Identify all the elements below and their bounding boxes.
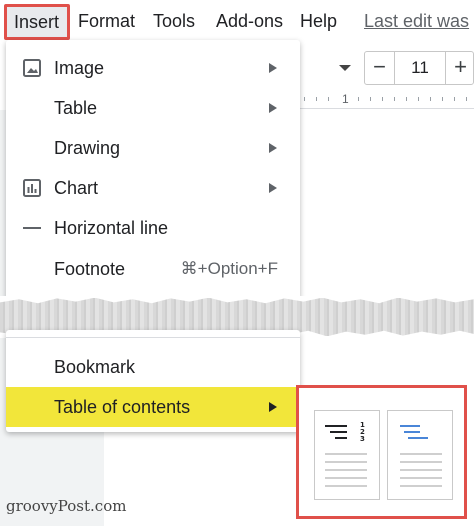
menu-tools[interactable]: Tools <box>153 9 195 33</box>
toc-link-line <box>404 431 420 433</box>
decrease-font-size-button[interactable]: − <box>365 52 395 84</box>
toc-body-line <box>325 469 367 471</box>
ruler-tick <box>358 97 359 101</box>
ruler-tick <box>394 97 395 101</box>
toc-body-line <box>400 477 442 479</box>
ruler-tick <box>370 97 371 101</box>
horizontal-line-icon <box>23 227 41 229</box>
menu-item-label: Table of contents <box>54 397 191 417</box>
last-edit-link[interactable]: Last edit was <box>364 9 469 33</box>
toc-body-line <box>400 461 442 463</box>
toc-with-blue-links-option[interactable] <box>387 410 453 500</box>
ruler-tick <box>466 97 467 101</box>
menu-item-label: Table <box>54 98 98 118</box>
ruler[interactable]: 1 <box>296 91 474 109</box>
ruler-tick <box>442 97 443 101</box>
increase-font-size-button[interactable]: + <box>445 52 474 84</box>
toc-body-line <box>325 453 367 455</box>
menu-item-table-of-contents[interactable]: Table of contents <box>6 387 300 427</box>
ruler-tick <box>454 97 455 101</box>
ruler-tick <box>316 97 317 101</box>
shortcut-label: ⌘+Option+F <box>180 259 278 278</box>
menu-item-horizontal-line[interactable]: Horizontal line <box>6 208 300 248</box>
menu-insert-label: Insert <box>14 12 60 32</box>
toc-link-line <box>408 437 428 439</box>
menu-addons[interactable]: Add-ons <box>216 9 283 33</box>
toc-body-line <box>400 453 442 455</box>
menu-insert[interactable]: Insert <box>4 4 70 40</box>
toc-heading-line <box>335 437 347 439</box>
ruler-tick <box>406 97 407 101</box>
toc-heading-line <box>325 425 347 427</box>
toc-options-submenu: 1 2 3 <box>296 385 467 519</box>
menu-item-label: Drawing <box>54 138 121 158</box>
ruler-tick <box>430 97 431 101</box>
ruler-tick <box>304 97 305 101</box>
image-icon <box>23 59 41 77</box>
menu-item-table[interactable]: Table <box>6 88 300 128</box>
submenu-arrow-icon <box>269 103 277 113</box>
ruler-tick <box>418 97 419 101</box>
toc-body-line <box>325 485 367 487</box>
menu-item-image[interactable]: Image <box>6 48 300 88</box>
menu-divider <box>6 337 300 338</box>
submenu-arrow-icon <box>269 402 277 412</box>
font-size-input[interactable]: 11 <box>395 52 445 84</box>
ruler-number: 1 <box>342 92 349 106</box>
font-size-control: − 11 + <box>364 51 474 85</box>
menu-item-label: Bookmark <box>54 357 136 377</box>
menu-item-drawing[interactable]: Drawing <box>6 128 300 168</box>
toc-with-page-numbers-option[interactable]: 1 2 3 <box>314 410 380 500</box>
ruler-tick <box>382 97 383 101</box>
menu-item-label: Horizontal line <box>54 218 169 238</box>
menu-bar: Insert Format Tools Add-ons Help Last ed… <box>0 0 474 44</box>
toc-body-line <box>325 461 367 463</box>
submenu-arrow-icon <box>269 183 277 193</box>
watermark: groovyPost.com <box>6 497 127 515</box>
toc-link-line <box>400 425 420 427</box>
menu-item-label: Image <box>54 58 105 78</box>
chevron-down-icon[interactable] <box>339 65 351 71</box>
toc-body-line <box>400 485 442 487</box>
toc-heading-line <box>330 431 347 433</box>
submenu-arrow-icon <box>269 63 277 73</box>
menu-item-label: Footnote <box>54 259 126 279</box>
submenu-arrow-icon <box>269 143 277 153</box>
toc-body-line <box>325 477 367 479</box>
chart-icon <box>23 179 41 197</box>
menu-item-chart[interactable]: Chart <box>6 168 300 208</box>
menu-item-bookmark[interactable]: Bookmark <box>6 347 300 387</box>
menu-format[interactable]: Format <box>78 9 135 33</box>
menu-item-label: Chart <box>54 178 99 198</box>
toc-page-number: 3 <box>360 435 365 443</box>
ruler-tick <box>328 97 329 101</box>
toc-body-line <box>400 469 442 471</box>
menu-help[interactable]: Help <box>300 9 337 33</box>
menu-item-footnote[interactable]: Footnote ⌘+Option+F <box>6 249 300 289</box>
